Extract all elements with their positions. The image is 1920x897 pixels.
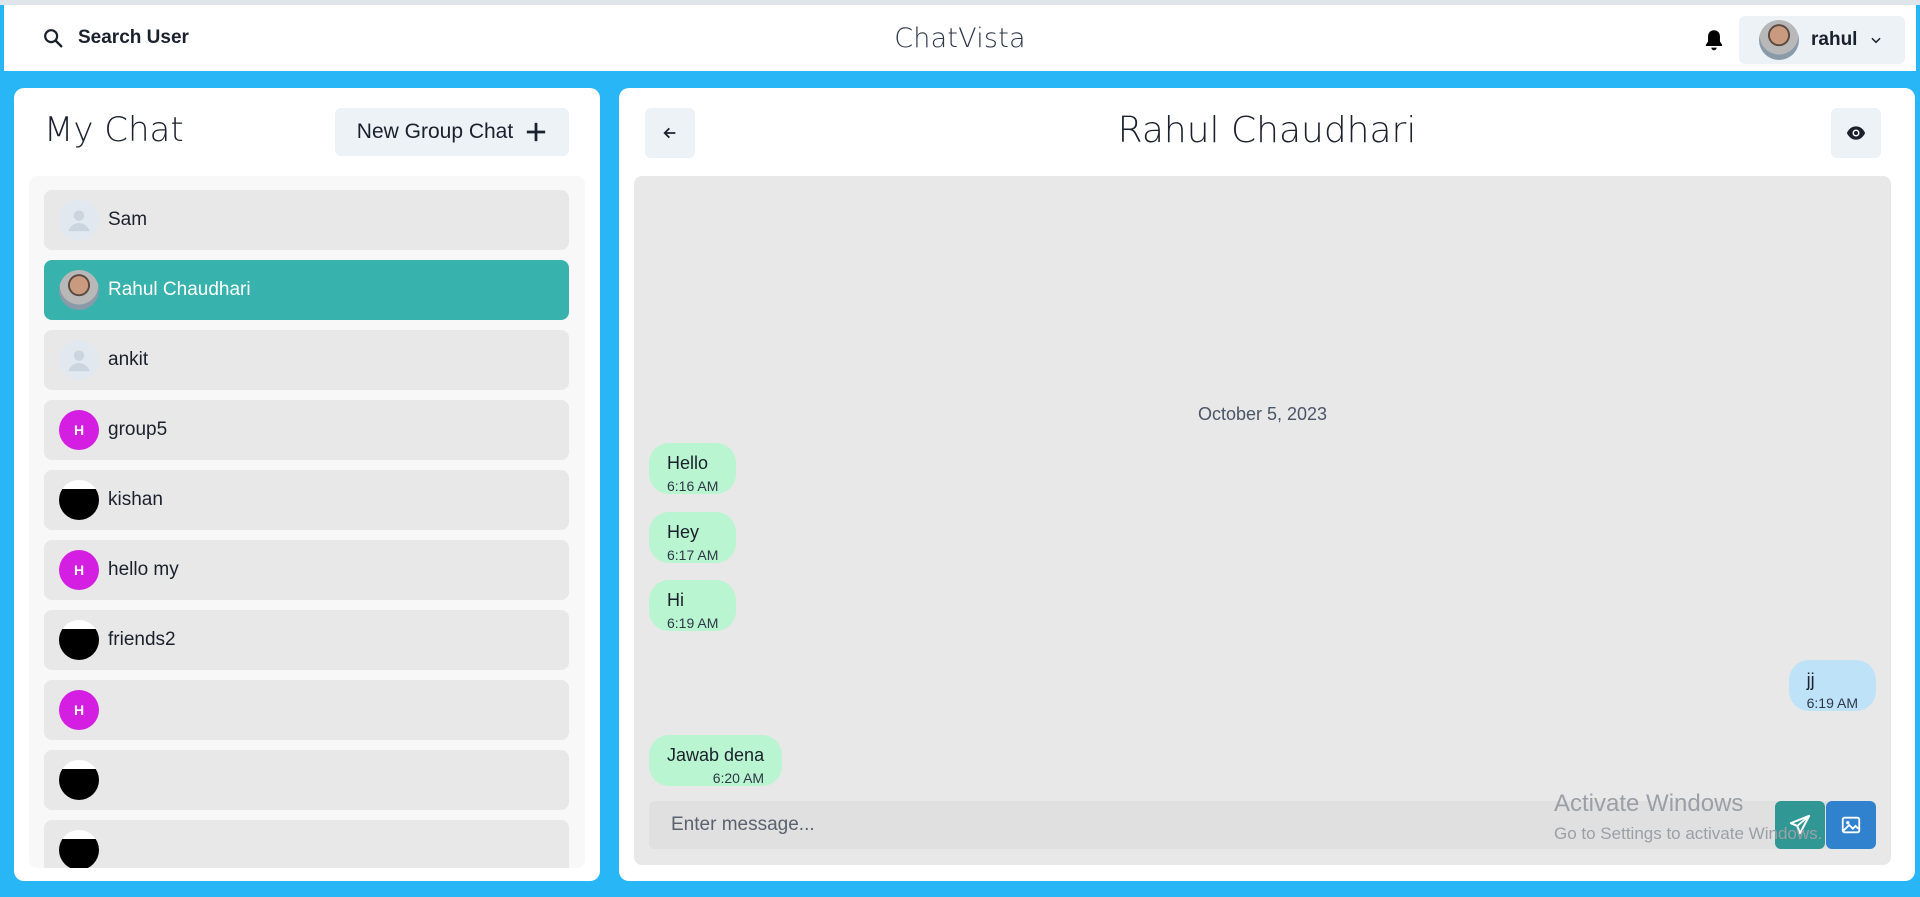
chat-window: Rahul Chaudhari October 5, 2023 Hello 6:… [619, 88, 1915, 881]
chat-list-item[interactable] [44, 750, 569, 810]
default-user-icon [59, 200, 99, 240]
message-input-row [649, 801, 1876, 849]
chat-name: ankit [108, 349, 149, 370]
date-separator: October 5, 2023 [1197, 404, 1328, 424]
message-bubble: Jawab dena 6:20 AM [649, 735, 783, 786]
message-bubble-outgoing: jj 6:19 AM [1788, 660, 1876, 711]
chat-list-item[interactable]: H [44, 680, 569, 740]
my-chats-panel: My Chat New Group Chat Sam Rahul Chaudhar… [14, 88, 600, 881]
new-group-chat-label: New Group Chat [356, 120, 514, 143]
user-avatar [1759, 20, 1799, 60]
message-time: 6:19 AM [1806, 695, 1858, 711]
chat-avatar-image [59, 620, 99, 660]
chat-list-item[interactable] [44, 820, 569, 868]
chat-name: hello my [108, 559, 179, 580]
eye-icon [1846, 126, 1866, 140]
chat-name: friends2 [108, 629, 176, 650]
message-time: 6:17 AM [667, 547, 719, 563]
plus-icon [527, 122, 546, 142]
message-text: Hello [667, 453, 709, 473]
message-time: 6:19 AM [667, 615, 719, 631]
chat-list-item[interactable]: ankit [44, 330, 569, 390]
message-input[interactable] [649, 801, 1749, 849]
chat-avatar-image [59, 760, 99, 800]
app-title: ChatVista [894, 23, 1026, 54]
message-text: Jawab dena [667, 745, 765, 765]
chat-avatar-letter: H [59, 690, 99, 730]
chat-avatar-photo [59, 270, 99, 310]
new-group-chat-button[interactable]: New Group Chat [335, 108, 569, 156]
chat-name: Sam [108, 209, 148, 230]
attach-image-button[interactable] [1826, 801, 1876, 849]
top-navbar: Search User ChatVista rahul [4, 5, 1916, 71]
default-user-icon [59, 340, 99, 380]
send-button[interactable] [1775, 801, 1825, 849]
message-time: 6:20 AM [712, 770, 765, 786]
chat-list-item[interactable]: Rahul Chaudhari [44, 260, 569, 320]
user-profile-menu[interactable]: rahul [1739, 16, 1905, 64]
chat-name: group5 [108, 419, 168, 440]
chat-avatar-image [59, 830, 99, 868]
chat-list-item[interactable]: Sam [44, 190, 569, 250]
my-chat-heading: My Chat [44, 110, 184, 150]
chat-list-item[interactable]: friends2 [44, 610, 569, 670]
message-bubble: Hello 6:16 AM [649, 443, 737, 494]
message-bubble: Hey 6:17 AM [649, 512, 737, 563]
chat-list-item[interactable]: Hgroup5 [44, 400, 569, 460]
message-text: Hi [667, 590, 684, 610]
message-text: jj [1806, 670, 1815, 690]
chat-avatar-letter: H [59, 410, 99, 450]
send-icon [1789, 814, 1811, 835]
chat-list-item[interactable]: Hhello my [44, 540, 569, 600]
bell-icon[interactable] [1701, 27, 1727, 53]
chat-avatar-image [59, 480, 99, 520]
user-name: rahul [1811, 29, 1858, 50]
chat-title: Rahul Chaudhari [1117, 110, 1417, 151]
chat-list-item[interactable]: kishan [44, 470, 569, 530]
messages-area[interactable]: October 5, 2023 Hello 6:16 AM Hey 6:17 A… [634, 176, 1891, 865]
image-icon [1841, 816, 1861, 834]
chat-list-container[interactable]: Sam Rahul Chaudhari ankit Hgroup5 kishan Hhel… [29, 176, 585, 868]
chevron-down-icon [1871, 37, 1882, 44]
view-profile-button[interactable] [1831, 108, 1881, 158]
message-bubble: Hi 6:19 AM [649, 580, 737, 631]
message-text: Hey [667, 522, 700, 542]
chat-name: Rahul Chaudhari [108, 279, 251, 300]
chat-avatar-letter: H [59, 550, 99, 590]
chat-name: kishan [108, 489, 163, 510]
chat-list: Sam Rahul Chaudhari ankit Hgroup5 kishan Hhel… [44, 190, 569, 868]
message-time: 6:16 AM [667, 478, 719, 494]
